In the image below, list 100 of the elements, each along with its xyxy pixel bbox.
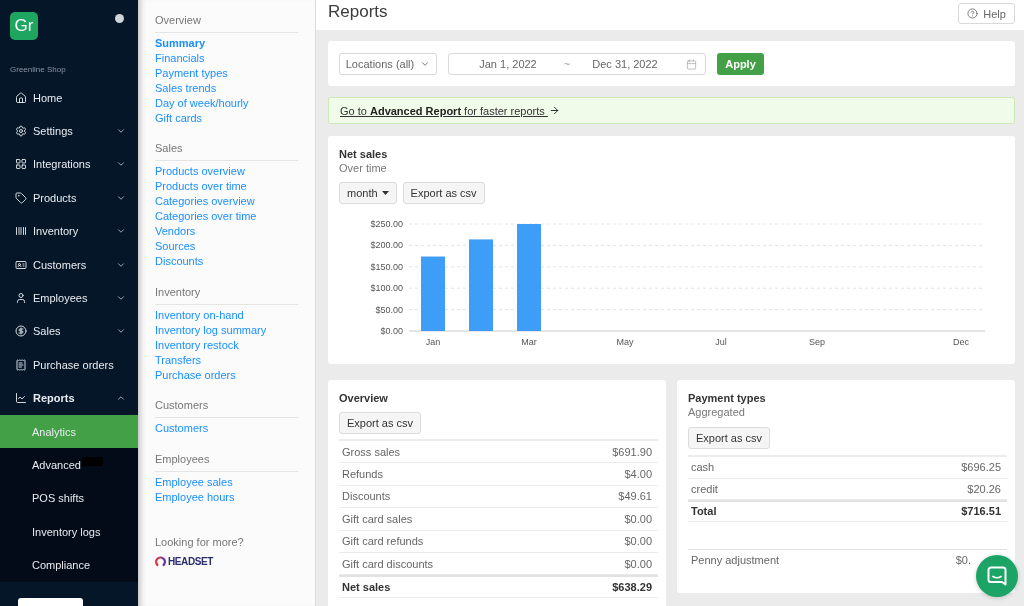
barcode-icon <box>15 225 27 238</box>
row-value: $0.00 <box>624 557 652 570</box>
date-range-picker[interactable]: Jan 1, 2022 ~ Dec 31, 2022 <box>448 53 706 75</box>
section-heading: Inventory <box>155 284 298 305</box>
report-link[interactable]: Customers <box>155 421 209 436</box>
apply-button[interactable]: Apply <box>717 53 764 75</box>
x-axis-label: Jul <box>715 337 727 347</box>
section-heading: Employees <box>155 451 298 472</box>
nav-subitem[interactable]: Compliance <box>0 548 138 582</box>
location-select[interactable]: Locations (all) <box>339 53 437 75</box>
report-link[interactable]: Gift cards <box>155 110 203 126</box>
report-link[interactable]: Sales trends <box>155 80 217 96</box>
row-value: $49.61 <box>618 490 652 503</box>
report-link[interactable]: Summary <box>155 35 206 51</box>
export-button[interactable]: Export as csv <box>339 412 422 434</box>
x-axis-label: May <box>616 337 634 347</box>
person-icon <box>15 292 27 305</box>
home-icon <box>15 91 27 104</box>
row-value: $4.00 <box>624 468 652 481</box>
chevron-down-icon <box>420 59 431 69</box>
row-value: $716.51 <box>961 505 1001 518</box>
export-button[interactable]: Export as csv <box>402 182 485 204</box>
export-button[interactable]: Export as csv <box>688 427 771 449</box>
report-link[interactable]: Discounts <box>155 254 204 269</box>
nav-item[interactable]: Integrations <box>0 147 138 182</box>
help-icon <box>967 8 979 19</box>
report-link[interactable]: Inventory log summary <box>155 322 267 338</box>
row-label: Gift card refunds <box>342 535 424 548</box>
help-button[interactable]: Help <box>958 3 1015 24</box>
report-link[interactable]: Transfers <box>155 352 202 368</box>
caret-down-icon <box>381 191 389 195</box>
card-subtitle: Aggregated <box>688 405 745 420</box>
row-value: $696.25 <box>961 461 1001 474</box>
nav-item[interactable]: Settings <box>0 114 138 148</box>
report-link[interactable]: Products overview <box>155 164 245 179</box>
row-label: Discounts <box>342 490 391 503</box>
period-select[interactable]: month <box>339 182 397 204</box>
range-separator: ~ <box>562 58 572 70</box>
report-link[interactable]: Products over time <box>155 179 247 194</box>
report-link[interactable]: Categories over time <box>155 209 257 224</box>
line-chart-icon <box>15 392 27 405</box>
report-link[interactable]: Inventory restock <box>155 337 239 353</box>
x-axis-label: Mar <box>521 337 537 347</box>
page-title: Reports <box>328 2 388 22</box>
nav-item[interactable]: Employees <box>0 281 138 315</box>
nav-item[interactable]: Customers <box>0 247 138 282</box>
card-title: Payment types <box>688 391 766 405</box>
row-label: cash <box>691 461 715 474</box>
nav-subitem[interactable]: POS shifts <box>0 481 138 516</box>
receipt-icon <box>15 358 27 371</box>
calendar-icon <box>686 58 697 70</box>
nav-item[interactable]: Sales <box>0 314 138 349</box>
app-logo[interactable]: Gr <box>10 12 38 40</box>
y-axis-label: $150.00 <box>370 261 403 272</box>
ring-logo-icon <box>155 555 166 567</box>
row-value: $638.29 <box>612 581 652 594</box>
report-link[interactable]: Purchase orders <box>155 367 236 383</box>
row-label: Gift card discounts <box>342 557 434 570</box>
row-label: Total <box>691 505 717 518</box>
nav-item[interactable]: Home <box>0 81 138 115</box>
dot-icon <box>115 14 124 23</box>
report-link[interactable]: Financials <box>155 50 205 66</box>
section-heading: Sales <box>155 140 298 161</box>
arrow-right-icon <box>548 105 560 116</box>
id-card-icon <box>15 258 27 271</box>
report-link[interactable]: Payment types <box>155 65 228 81</box>
row-value: $0. <box>955 553 971 566</box>
grid-icon <box>15 158 27 171</box>
nav-item[interactable]: Purchase orders <box>0 348 138 382</box>
nav-item[interactable]: Inventory <box>0 214 138 248</box>
y-axis-label: $50.00 <box>375 304 403 315</box>
nav-subitem[interactable]: Inventory logs <box>0 515 138 549</box>
tag-icon <box>15 191 27 204</box>
y-axis-label: $250.00 <box>370 219 403 229</box>
nav-item[interactable]: Products <box>0 181 138 215</box>
end-date-input[interactable]: Dec 31, 2022 <box>577 58 673 70</box>
card-subtitle: Over time <box>339 161 387 176</box>
row-value: $20.26 <box>967 482 1001 495</box>
row-label: Penny adjustment <box>691 553 780 566</box>
report-link[interactable]: Inventory on-hand <box>155 307 244 323</box>
report-link[interactable]: Sources <box>155 239 196 254</box>
x-axis-label: Sep <box>809 337 825 347</box>
y-axis-label: $0.00 <box>380 326 403 336</box>
report-link[interactable]: Vendors <box>155 224 196 239</box>
report-link[interactable]: Employee sales <box>155 474 233 490</box>
report-link[interactable]: Employee hours <box>155 489 235 505</box>
advanced-report-link[interactable]: Go to Advanced Report for faster reports <box>340 104 560 117</box>
report-link[interactable]: Day of week/hourly <box>155 95 249 111</box>
report-link[interactable]: Categories overview <box>155 194 255 209</box>
brand-name[interactable]: HEADSET <box>168 555 213 567</box>
settings-icon <box>15 125 27 138</box>
card-title: Overview <box>339 391 388 405</box>
row-value: $691.90 <box>612 445 652 458</box>
shop-name: Greenline Shop <box>10 64 66 76</box>
start-date-input[interactable]: Jan 1, 2022 <box>459 58 557 70</box>
row-label: Refunds <box>342 468 383 481</box>
more-label: Looking for more? <box>155 534 244 550</box>
row-label: Gift card sales <box>342 512 413 525</box>
nav-item[interactable]: Reports <box>0 381 138 415</box>
nav-subitem[interactable]: Advanced <box>0 448 138 482</box>
